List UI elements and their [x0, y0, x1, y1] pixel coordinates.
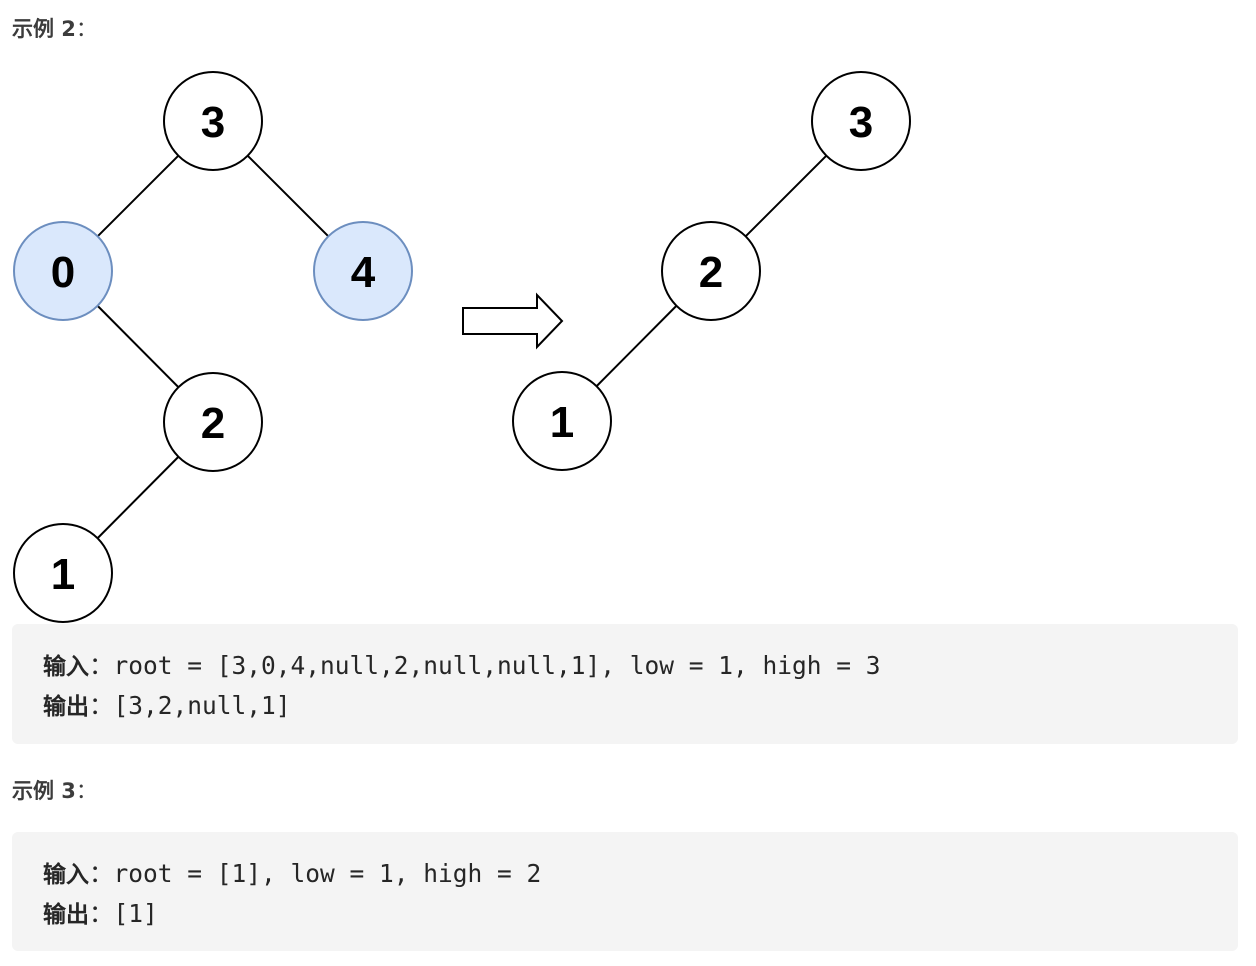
before-tree-node-value: 0 [51, 248, 75, 297]
example-2-heading: 示例 2： [12, 13, 97, 43]
heading-colon: ： [75, 779, 97, 803]
output-label: 输出 [43, 694, 89, 720]
input-label: 输入 [43, 654, 89, 680]
label-colon: ： [89, 691, 114, 720]
after-tree-edge [744, 154, 828, 238]
heading-colon: ： [75, 17, 97, 41]
label-colon: ： [89, 651, 114, 680]
before-tree-node-value: 2 [201, 399, 225, 448]
after-tree-edge [595, 305, 678, 387]
before-tree-node-value: 1 [51, 550, 75, 599]
before-tree-edge [96, 456, 180, 539]
label-colon: ： [89, 899, 114, 928]
output-line: 输出：[3,2,null,1] [43, 687, 291, 722]
output-line: 输出：[1] [43, 895, 158, 930]
example-3-title: 示例 3 [12, 779, 76, 803]
example-3-heading: 示例 3： [12, 775, 97, 805]
input-line: 输入：root = [3,0,4,null,2,null,null,1], lo… [43, 647, 881, 682]
input-value: root = [1], low = 1, high = 2 [113, 859, 542, 888]
output-value: [1] [113, 899, 158, 928]
after-tree-node-value: 2 [699, 248, 723, 297]
after-tree-node-value: 3 [849, 98, 873, 147]
example-3-code-block: 输入：root = [1], low = 1, high = 2 输出：[1] [12, 832, 1238, 951]
example-2-title: 示例 2 [12, 17, 76, 41]
before-tree-edge [96, 154, 180, 238]
input-line: 输入：root = [1], low = 1, high = 2 [43, 855, 541, 890]
label-colon: ： [89, 859, 114, 888]
output-label: 输出 [43, 902, 89, 928]
example-2-code-block: 输入：root = [3,0,4,null,2,null,null,1], lo… [12, 624, 1238, 744]
before-tree-node-value: 3 [201, 98, 225, 147]
tree-diagram: 3 0 4 2 1 3 2 1 [13, 71, 911, 623]
before-tree-edge [246, 154, 330, 238]
right-arrow-icon [462, 292, 564, 350]
before-tree-edge [96, 305, 180, 388]
output-value: [3,2,null,1] [113, 691, 291, 720]
input-value: root = [3,0,4,null,2,null,null,1], low =… [113, 651, 881, 680]
input-label: 输入 [43, 862, 89, 888]
before-tree-node-value: 4 [351, 248, 376, 297]
after-tree-node-value: 1 [550, 398, 574, 447]
